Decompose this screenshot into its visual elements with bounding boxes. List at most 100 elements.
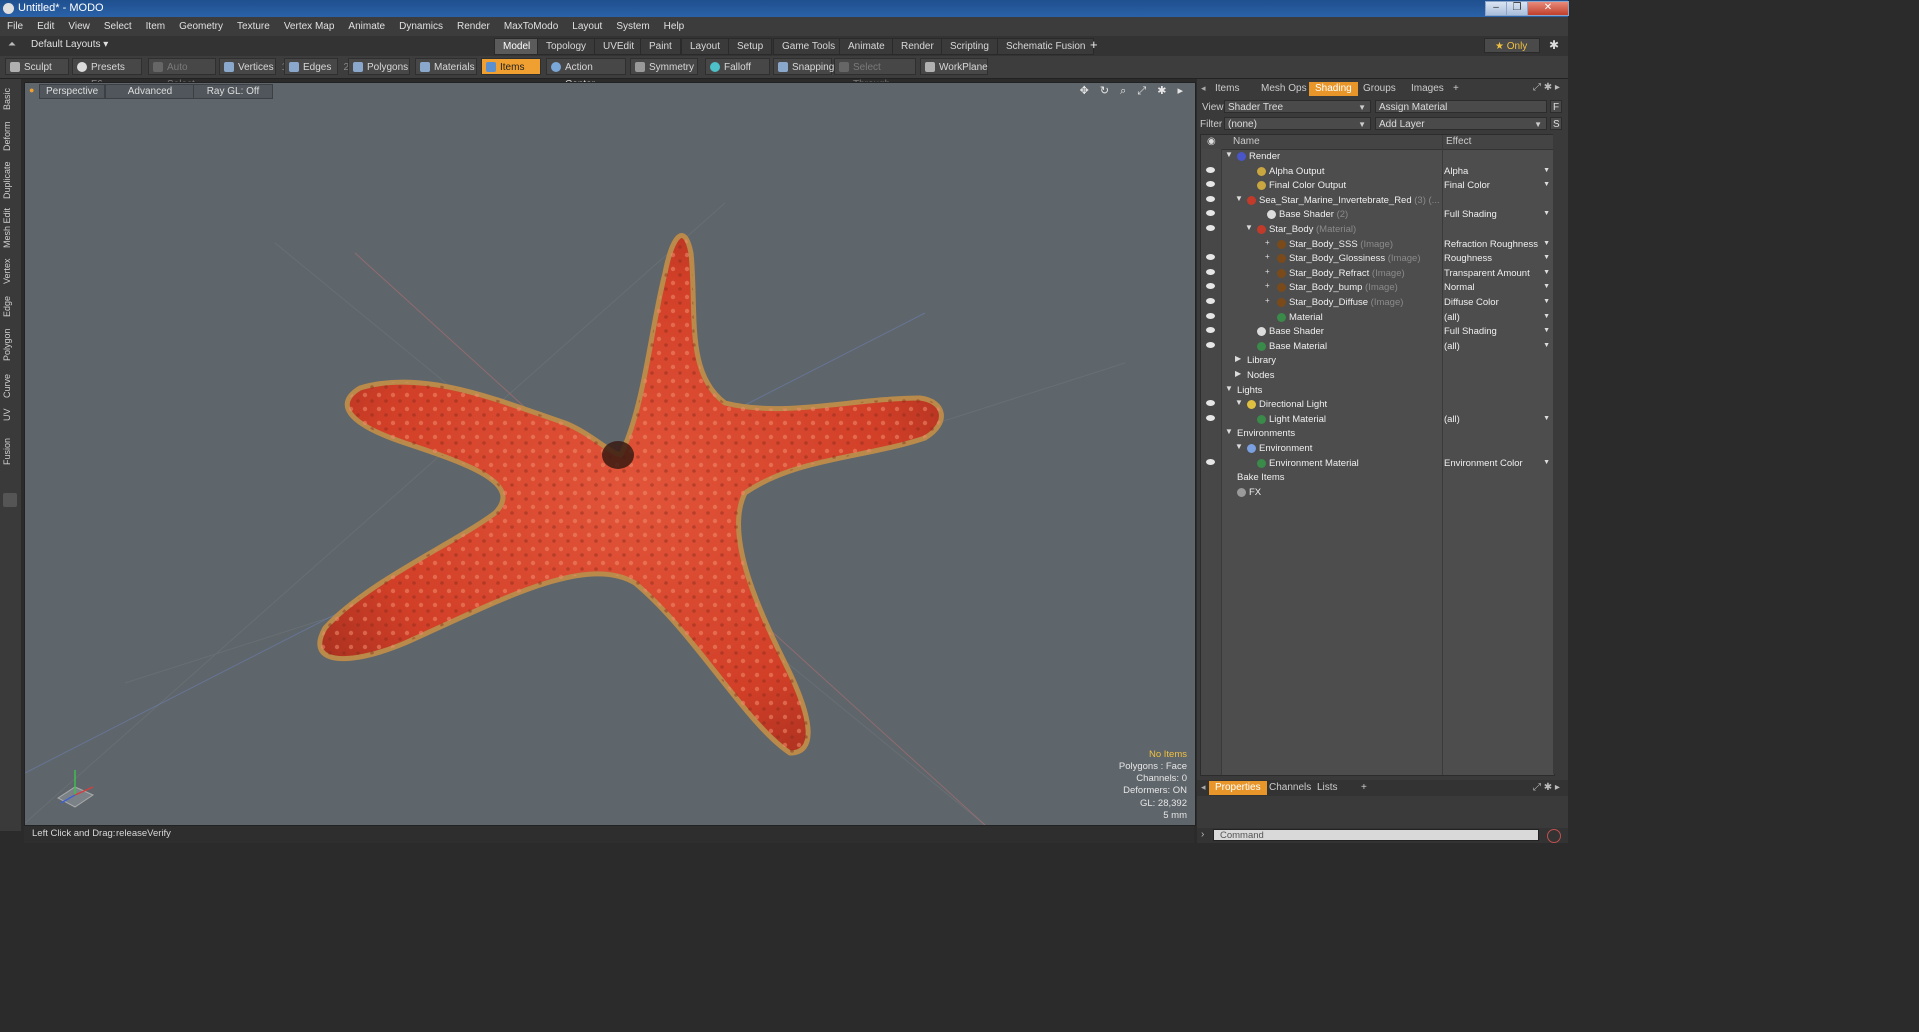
visibility-eye-icon[interactable] bbox=[1206, 400, 1215, 407]
tree-item-effect[interactable]: Full Shading bbox=[1444, 209, 1497, 220]
3d-viewport[interactable]: ● Perspective Advanced Ray GL: Off ✥ ↻ ⌕… bbox=[24, 82, 1196, 826]
tree-row[interactable]: ▶ Library bbox=[1201, 354, 1554, 369]
tree-item-effect[interactable]: Normal bbox=[1444, 282, 1475, 293]
properties-menu-icon[interactable]: ◂ bbox=[1201, 782, 1206, 793]
assign-material-button[interactable]: Assign Material bbox=[1375, 100, 1547, 113]
tab-layout[interactable]: Layout bbox=[681, 38, 730, 55]
expand-toggle-icon[interactable]: ▶ bbox=[1235, 369, 1241, 378]
visibility-eye-icon[interactable] bbox=[1206, 195, 1215, 202]
expand-toggle-icon[interactable]: ▼ bbox=[1235, 398, 1243, 407]
tree-row[interactable]: Material (all) ▼ bbox=[1201, 311, 1554, 326]
expand-toggle-icon[interactable]: + bbox=[1265, 252, 1270, 261]
expand-toggle-icon[interactable]: ▼ bbox=[1235, 442, 1243, 451]
expand-toggle-icon[interactable]: ▼ bbox=[1225, 150, 1233, 159]
visibility-eye-icon[interactable] bbox=[1206, 414, 1215, 421]
visibility-eye-icon[interactable] bbox=[1206, 225, 1215, 231]
tab-lists[interactable]: Lists bbox=[1311, 781, 1344, 795]
tab-model[interactable]: Model bbox=[494, 38, 540, 55]
effect-dropdown-icon[interactable]: ▼ bbox=[1543, 313, 1550, 320]
tree-row[interactable]: + Star_Body_Glossiness (Image) Roughness ▼ bbox=[1201, 252, 1554, 267]
menu-maxtomodo[interactable]: MaxToModo bbox=[497, 17, 565, 36]
workplane-button[interactable]: WorkPlane bbox=[920, 58, 988, 75]
tree-item-effect[interactable]: Environment Color bbox=[1444, 458, 1523, 469]
tab-vertex[interactable]: Vertex bbox=[2, 255, 18, 287]
menu-item[interactable]: Item bbox=[139, 17, 172, 36]
tab-basic[interactable]: Basic bbox=[2, 85, 18, 113]
restore-button[interactable]: ❐ bbox=[1506, 1, 1528, 16]
tab-uv[interactable]: UV bbox=[2, 407, 18, 423]
tree-row[interactable]: ▼ Environment bbox=[1201, 442, 1554, 457]
materials-button[interactable]: Materials bbox=[415, 58, 477, 75]
effect-dropdown-icon[interactable]: ▼ bbox=[1543, 269, 1550, 276]
minimize-button[interactable]: – bbox=[1485, 1, 1507, 16]
tree-row[interactable]: Base Shader (2) Full Shading ▼ bbox=[1201, 208, 1554, 223]
effect-dropdown-icon[interactable]: ▼ bbox=[1543, 181, 1550, 188]
layout-collapse-icon[interactable]: ⏶ bbox=[8, 39, 16, 50]
tree-row[interactable]: FX bbox=[1201, 486, 1554, 501]
items-button[interactable]: Items bbox=[481, 58, 541, 75]
sculpt-button[interactable]: Sculpt bbox=[5, 58, 69, 75]
menu-view[interactable]: View bbox=[61, 17, 97, 36]
tab-fusion[interactable]: Fusion bbox=[2, 435, 18, 467]
f-button[interactable]: F bbox=[1550, 100, 1562, 113]
tree-item-effect[interactable]: (all) bbox=[1444, 341, 1460, 352]
expand-toggle-icon[interactable]: ▼ bbox=[1225, 384, 1233, 393]
menu-texture[interactable]: Texture bbox=[230, 17, 277, 36]
tree-row[interactable]: + Star_Body_Refract (Image) Transparent Am… bbox=[1201, 267, 1554, 282]
visibility-eye-icon[interactable] bbox=[1206, 254, 1215, 261]
tab-duplicate[interactable]: Duplicate bbox=[2, 159, 18, 201]
tree-item-effect[interactable]: Transparent Amount bbox=[1444, 268, 1530, 279]
layout-preset-dropdown[interactable]: Default Layouts ▾ bbox=[31, 39, 108, 50]
visibility-eye-icon[interactable] bbox=[1206, 327, 1215, 334]
polygons-button[interactable]: Polygons bbox=[348, 58, 410, 75]
tree-item-effect[interactable]: Roughness bbox=[1444, 253, 1492, 264]
panel-menu-icon[interactable]: ◂ bbox=[1201, 83, 1206, 94]
tree-row[interactable]: Bake Items bbox=[1201, 471, 1554, 486]
visibility-eye-icon[interactable] bbox=[1206, 268, 1215, 275]
visibility-eye-icon[interactable] bbox=[1206, 166, 1215, 173]
expand-toggle-icon[interactable]: ▼ bbox=[1225, 427, 1233, 436]
command-history-icon[interactable] bbox=[1547, 829, 1561, 843]
expand-toggle-icon[interactable]: ▶ bbox=[1235, 354, 1241, 363]
tree-item-effect[interactable]: Alpha bbox=[1444, 166, 1468, 177]
effect-dropdown-icon[interactable]: ▼ bbox=[1543, 167, 1550, 174]
visibility-eye-icon[interactable] bbox=[1206, 458, 1215, 465]
tree-row[interactable]: ▼ Lights bbox=[1201, 384, 1554, 399]
filter-dropdown[interactable]: (none) ▼ bbox=[1224, 117, 1371, 130]
tab-items[interactable]: Items bbox=[1209, 82, 1245, 96]
s-button[interactable]: S bbox=[1550, 117, 1562, 130]
tree-row[interactable]: ▶ Nodes bbox=[1201, 369, 1554, 384]
menu-edit[interactable]: Edit bbox=[30, 17, 61, 36]
add-properties-tab-button[interactable]: + bbox=[1355, 781, 1373, 795]
symmetry-button[interactable]: Symmetry bbox=[630, 58, 698, 75]
tab-render[interactable]: Render bbox=[892, 38, 943, 55]
properties-options-icons[interactable]: ⤢ ✱ ▸ bbox=[1533, 782, 1560, 793]
view-dropdown[interactable]: Shader Tree ▼ bbox=[1224, 100, 1371, 113]
add-layer-dropdown[interactable]: Add Layer ▼ bbox=[1375, 117, 1547, 130]
tree-row[interactable]: ▼ Sea_Star_Marine_Invertebrate_Red (3) (.… bbox=[1201, 194, 1554, 209]
effect-dropdown-icon[interactable]: ▼ bbox=[1543, 240, 1550, 247]
tree-row[interactable]: Alpha Output Alpha ▼ bbox=[1201, 165, 1554, 180]
tab-schematic-fusion[interactable]: Schematic Fusion bbox=[997, 38, 1095, 55]
falloff-button[interactable]: Falloff bbox=[705, 58, 770, 75]
visibility-eye-icon[interactable] bbox=[1206, 298, 1215, 304]
tab-setup[interactable]: Setup bbox=[728, 38, 773, 55]
tree-item-effect[interactable]: (all) bbox=[1444, 312, 1460, 323]
effect-dropdown-icon[interactable]: ▼ bbox=[1543, 254, 1550, 261]
tree-item-effect[interactable]: Refraction Roughness bbox=[1444, 239, 1538, 250]
tab-game-tools[interactable]: Game Tools bbox=[773, 38, 845, 55]
action-center-button[interactable]: Action Center bbox=[546, 58, 626, 90]
menu-system[interactable]: System bbox=[609, 17, 656, 36]
expand-toggle-icon[interactable]: ▼ bbox=[1235, 194, 1243, 203]
visibility-eye-icon[interactable] bbox=[1206, 210, 1215, 217]
visibility-eye-icon[interactable] bbox=[1206, 312, 1215, 319]
tab-deform[interactable]: Deform bbox=[2, 119, 18, 153]
gear-icon[interactable]: ✱ bbox=[1549, 38, 1559, 52]
auto-select-button[interactable]: Auto Select bbox=[148, 58, 216, 90]
tab-properties[interactable]: Properties bbox=[1209, 781, 1267, 795]
tree-row[interactable]: Light Material (all) ▼ bbox=[1201, 413, 1554, 428]
expand-toggle-icon[interactable]: + bbox=[1265, 296, 1270, 305]
menu-dynamics[interactable]: Dynamics bbox=[392, 17, 450, 36]
tab-uvedit[interactable]: UVEdit bbox=[594, 38, 644, 55]
tree-row[interactable]: Base Shader Full Shading ▼ bbox=[1201, 325, 1554, 340]
